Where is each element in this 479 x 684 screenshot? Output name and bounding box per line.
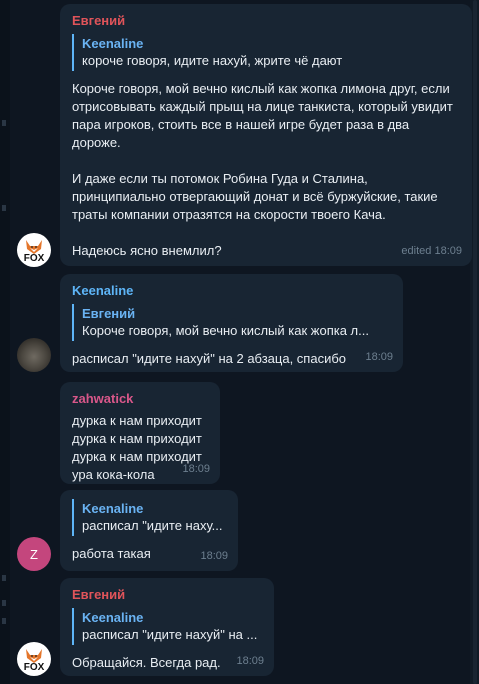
fox-avatar-icon[interactable]: FOX: [17, 233, 51, 267]
message-time: 18:09: [365, 351, 393, 363]
reply-quote[interactable]: Keenaline короче говоря, идите нахуй, жр…: [72, 34, 460, 71]
message-bubble[interactable]: Евгений Keenaline расписал "идите нахуй"…: [60, 578, 274, 676]
sender-name[interactable]: Евгений: [72, 13, 460, 29]
message-bubble[interactable]: Евгений Keenaline короче говоря, идите н…: [60, 4, 472, 266]
message-time: 18:09: [236, 655, 264, 667]
avatar-logo-text: FOX: [24, 253, 45, 264]
edge-mark: [2, 600, 6, 606]
reply-author: Keenaline: [82, 36, 144, 51]
avatar-letter: Z: [30, 546, 38, 562]
reply-author: Евгений: [82, 306, 136, 321]
letter-avatar-icon[interactable]: Z: [17, 537, 51, 571]
message-time: 18:09: [200, 550, 228, 562]
message-time: 18:09: [434, 245, 462, 257]
reply-author: Keenaline: [82, 501, 144, 516]
message-bubble[interactable]: Keenaline расписал "идите наху... работа…: [60, 490, 238, 571]
edge-mark: [2, 205, 6, 211]
sender-name[interactable]: Keenaline: [72, 283, 391, 299]
reply-author: Keenaline: [82, 610, 144, 625]
edge-mark: [2, 120, 6, 126]
avatar-logo-text: FOX: [24, 662, 45, 673]
left-panel-edge: [0, 0, 10, 684]
sender-name[interactable]: Евгений: [72, 587, 262, 603]
message-text: Обращайся. Всегда рад.: [72, 655, 221, 670]
message-meta: edited 18:09: [401, 242, 462, 260]
edited-label: edited: [401, 245, 432, 257]
edge-mark: [2, 575, 6, 581]
reply-text: расписал "идите нахуй" на ...: [82, 627, 258, 642]
photo-avatar-icon[interactable]: [17, 338, 51, 372]
scrollbar-thumb[interactable]: [473, 0, 477, 684]
message-bubble[interactable]: zahwatick дурка к нам приходит дурка к н…: [60, 382, 220, 484]
edge-mark: [2, 618, 6, 624]
message-bubble[interactable]: Keenaline Евгений Короче говоря, мой веч…: [60, 274, 403, 372]
reply-quote[interactable]: Keenaline расписал "идите наху...: [72, 499, 226, 536]
reply-quote[interactable]: Keenaline расписал "идите нахуй" на ...: [72, 608, 262, 645]
message-text: Короче говоря, мой вечно кислый как жопк…: [72, 81, 453, 258]
sender-name[interactable]: zahwatick: [72, 391, 208, 407]
fox-avatar-icon[interactable]: FOX: [17, 642, 51, 676]
reply-quote[interactable]: Евгений Короче говоря, мой вечно кислый …: [72, 304, 391, 341]
reply-text: расписал "идите наху...: [82, 518, 223, 533]
message-text: расписал "идите нахуй" на 2 абзаца, спас…: [72, 351, 347, 366]
reply-text: Короче говоря, мой вечно кислый как жопк…: [82, 323, 369, 338]
reply-text: короче говоря, идите нахуй, жрите чё даю…: [82, 53, 343, 68]
message-time: 18:09: [182, 463, 210, 475]
